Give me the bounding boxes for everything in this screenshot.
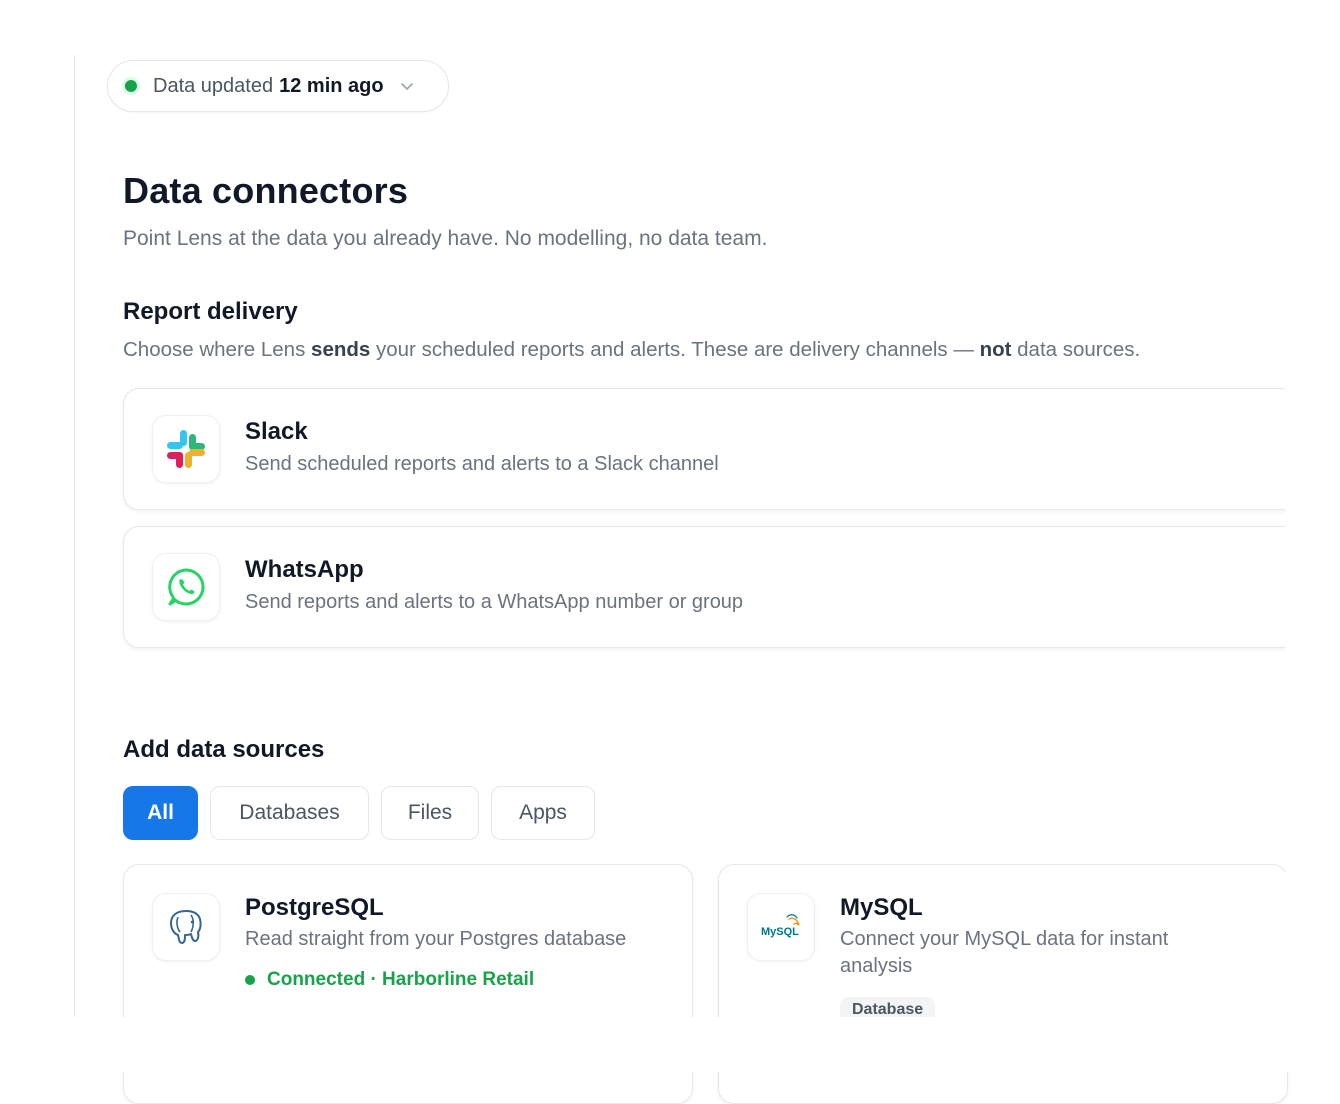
postgresql-description: Read straight from your Postgres databas… <box>245 928 627 950</box>
connection-status-text: Connected · Harborline Retail <box>267 969 535 990</box>
page-subtitle: Point Lens at the data you already have.… <box>123 227 768 250</box>
source-filter-tabs: All Databases Files Apps <box>123 786 595 840</box>
add-data-sources-heading: Add data sources <box>123 736 325 763</box>
crop-mask-right <box>1285 0 1340 1072</box>
slack-title: Slack <box>245 418 308 445</box>
delivery-desc-part1: Choose where Lens <box>123 338 306 361</box>
crop-mask-bottom <box>0 1017 1340 1072</box>
delivery-desc-bold-sends: sends <box>311 338 371 361</box>
mysql-icon: MySQL <box>747 893 815 961</box>
mysql-description-line2: analysis <box>840 955 913 977</box>
filter-tab-all[interactable]: All <box>123 786 198 840</box>
status-prefix: Data updated <box>153 74 274 97</box>
chevron-down-icon <box>400 79 414 93</box>
data-freshness-dropdown[interactable]: Data updated 12 min ago <box>107 60 449 112</box>
whatsapp-icon <box>152 553 220 621</box>
whatsapp-channel-card[interactable]: WhatsApp Send reports and alerts to a Wh… <box>123 526 1303 648</box>
report-delivery-description: Choose where Lens sends your scheduled r… <box>123 338 1140 362</box>
delivery-desc-bold-not: not <box>979 338 1012 361</box>
mysql-description: Connect your MySQL data for instant analy… <box>840 926 1168 980</box>
delivery-desc-part3: data sources. <box>1017 338 1141 361</box>
whatsapp-title: WhatsApp <box>245 556 364 583</box>
postgresql-icon <box>152 893 220 961</box>
postgresql-connection-status: Connected · Harborline Retail <box>245 969 534 991</box>
delivery-desc-part2: your scheduled reports and alerts. These… <box>376 338 974 361</box>
mysql-description-line1: Connect your MySQL data for instant <box>840 928 1169 950</box>
postgresql-title: PostgreSQL <box>245 894 384 921</box>
slack-description: Send scheduled reports and alerts to a S… <box>245 453 719 475</box>
mysql-title: MySQL <box>840 894 923 921</box>
connected-status-dot <box>245 975 255 985</box>
status-time: 12 min ago <box>279 74 384 97</box>
whatsapp-description: Send reports and alerts to a WhatsApp nu… <box>245 591 744 613</box>
filter-tab-files[interactable]: Files <box>381 786 479 840</box>
left-divider <box>74 55 75 1017</box>
filter-tab-apps[interactable]: Apps <box>491 786 595 840</box>
page-title: Data connectors <box>123 170 409 211</box>
filter-tab-databases[interactable]: Databases <box>210 786 369 840</box>
report-delivery-heading: Report delivery <box>123 298 298 325</box>
slack-icon <box>152 415 220 483</box>
slack-channel-card[interactable]: Slack Send scheduled reports and alerts … <box>123 388 1303 510</box>
status-indicator-dot <box>125 80 137 92</box>
mysql-logo-text: MySQL <box>761 926 799 938</box>
